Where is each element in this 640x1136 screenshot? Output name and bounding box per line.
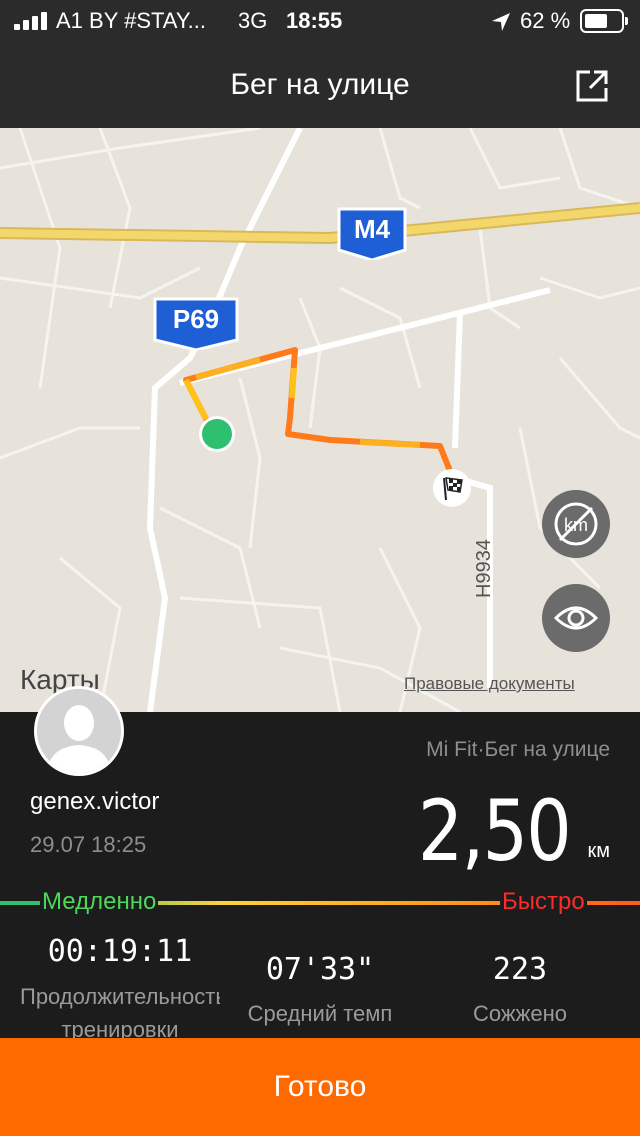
start-marker-icon (199, 416, 235, 452)
distance-value: 2,50 (417, 782, 572, 880)
eye-icon (553, 606, 599, 630)
stat-calories-label: Сожжено (473, 1001, 567, 1026)
location-arrow-icon (492, 13, 510, 31)
workout-datetime: 29.07 18:25 (30, 832, 147, 857)
stat-pace-label: Средний темп (247, 1001, 393, 1026)
clock: 18:55 (286, 8, 343, 33)
finish-flag-icon (433, 469, 471, 507)
stat-duration-label: Продолжительность тренировки (20, 984, 220, 1038)
workout-summary: genex.victor 29.07 18:25 Mi Fit·Бег на у… (0, 686, 640, 1038)
legal-documents-link[interactable]: Правовые документы (404, 674, 575, 694)
road-shield-p69: P69 (152, 296, 240, 352)
battery-icon (580, 9, 628, 33)
done-button[interactable]: Готово (0, 1038, 640, 1136)
username: genex.victor (30, 788, 160, 815)
share-icon[interactable] (572, 66, 612, 106)
stat-duration-value: 00:19:11 (47, 934, 193, 969)
status-bar: A1 BY #STAY... 3G 18:55 62 % (0, 0, 640, 44)
signal-icon (14, 12, 50, 30)
distance-unit: км (587, 840, 611, 862)
avatar[interactable] (34, 686, 124, 776)
carrier-name: A1 BY #STAY... (56, 8, 207, 33)
pace-fast-label: Быстро (500, 888, 587, 916)
nav-bar: Бег на улице (0, 44, 640, 128)
pace-slow-label: Медленно (40, 888, 159, 916)
stat-pace-value: 07'33" (265, 952, 375, 987)
battery-percent: 62 % (520, 8, 571, 33)
network-type: 3G (238, 8, 268, 33)
user-silhouette-icon (37, 689, 121, 773)
road-label-h9934: H9934 (473, 539, 495, 598)
km-toggle-icon: km (554, 502, 598, 546)
page-title: Бег на улице (230, 68, 410, 101)
stat-calories-value: 223 (492, 952, 548, 987)
road-shield-m4: M4 (336, 206, 408, 262)
km-markers-toggle-button[interactable]: km (542, 490, 610, 558)
route-map[interactable]: H9934 M4 P69 km Карты П (0, 128, 640, 712)
workout-source: Mi Fit·Бег на улице (426, 738, 610, 761)
visibility-toggle-button[interactable] (542, 584, 610, 652)
